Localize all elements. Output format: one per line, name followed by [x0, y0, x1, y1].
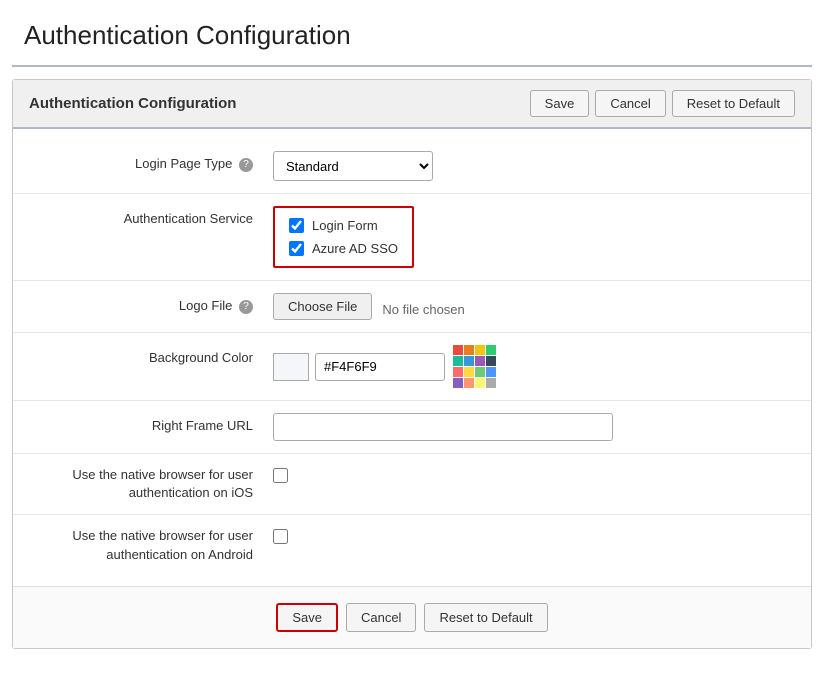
right-frame-url-input[interactable]	[273, 413, 613, 441]
panel-header-title: Authentication Configuration	[29, 95, 236, 112]
palette-cell	[486, 356, 496, 366]
native-browser-android-checkbox[interactable]	[273, 529, 288, 544]
right-frame-url-control	[273, 413, 791, 441]
login-form-checkbox-row[interactable]: Login Form	[289, 218, 398, 233]
header-reset-button[interactable]: Reset to Default	[672, 90, 795, 117]
auth-service-label: Authentication Service	[33, 206, 273, 226]
choose-file-button[interactable]: Choose File	[273, 293, 372, 320]
color-palette-icon[interactable]	[453, 345, 496, 388]
footer-save-button[interactable]: Save	[276, 603, 338, 632]
header-cancel-button[interactable]: Cancel	[595, 90, 665, 117]
native-browser-android-control	[273, 527, 791, 544]
auth-service-box: Login Form Azure AD SSO	[273, 206, 414, 268]
login-page-type-row: Login Page Type ? Standard Custom	[13, 139, 811, 194]
no-file-text: No file chosen	[382, 297, 464, 317]
background-color-control	[273, 345, 791, 388]
palette-cell	[464, 345, 474, 355]
azure-ad-sso-checkbox[interactable]	[289, 241, 304, 256]
azure-ad-sso-checkbox-row[interactable]: Azure AD SSO	[289, 241, 398, 256]
palette-cell	[486, 378, 496, 388]
color-input[interactable]	[315, 353, 445, 381]
palette-cell	[453, 345, 463, 355]
right-frame-url-row: Right Frame URL	[13, 401, 811, 454]
background-color-row: Background Color	[13, 333, 811, 401]
footer-reset-button[interactable]: Reset to Default	[424, 603, 547, 632]
palette-cell	[453, 367, 463, 377]
palette-cell	[486, 367, 496, 377]
logo-file-label: Logo File ?	[33, 293, 273, 314]
page-title: Authentication Configuration	[0, 0, 824, 65]
login-page-type-control: Standard Custom	[273, 151, 791, 181]
login-page-type-help-icon[interactable]: ?	[239, 158, 253, 172]
palette-cell	[464, 356, 474, 366]
panel-footer: Save Cancel Reset to Default	[13, 586, 811, 648]
background-color-label: Background Color	[33, 345, 273, 365]
right-frame-url-label: Right Frame URL	[33, 413, 273, 433]
palette-grid	[453, 345, 496, 388]
logo-file-row: Logo File ? Choose File No file chosen	[13, 281, 811, 333]
native-browser-ios-row: Use the native browser for user authenti…	[13, 454, 811, 515]
native-browser-ios-control	[273, 466, 791, 483]
palette-cell	[475, 356, 485, 366]
palette-cell	[453, 378, 463, 388]
logo-file-help-icon[interactable]: ?	[239, 300, 253, 314]
palette-cell	[464, 378, 474, 388]
panel-header-actions: Save Cancel Reset to Default	[530, 90, 795, 117]
palette-cell	[464, 367, 474, 377]
login-form-checkbox[interactable]	[289, 218, 304, 233]
login-page-type-select[interactable]: Standard Custom	[273, 151, 433, 181]
auth-service-control: Login Form Azure AD SSO	[273, 206, 791, 268]
native-browser-ios-label: Use the native browser for user authenti…	[33, 466, 273, 502]
auth-service-row: Authentication Service Login Form Azure …	[13, 194, 811, 281]
color-swatch[interactable]	[273, 353, 309, 381]
panel-header: Authentication Configuration Save Cancel…	[13, 80, 811, 129]
login-page-type-label: Login Page Type ?	[33, 151, 273, 172]
native-browser-android-row: Use the native browser for user authenti…	[13, 515, 811, 575]
azure-ad-sso-label: Azure AD SSO	[312, 241, 398, 256]
header-save-button[interactable]: Save	[530, 90, 590, 117]
logo-file-control: Choose File No file chosen	[273, 293, 791, 320]
footer-cancel-button[interactable]: Cancel	[346, 603, 416, 632]
login-form-label: Login Form	[312, 218, 378, 233]
title-divider	[12, 65, 812, 67]
palette-cell	[486, 345, 496, 355]
panel-body: Login Page Type ? Standard Custom Authen…	[13, 129, 811, 586]
palette-cell	[475, 378, 485, 388]
native-browser-android-label: Use the native browser for user authenti…	[33, 527, 273, 563]
native-browser-ios-checkbox[interactable]	[273, 468, 288, 483]
palette-cell	[475, 367, 485, 377]
palette-cell	[475, 345, 485, 355]
auth-config-panel: Authentication Configuration Save Cancel…	[12, 79, 812, 649]
palette-cell	[453, 356, 463, 366]
